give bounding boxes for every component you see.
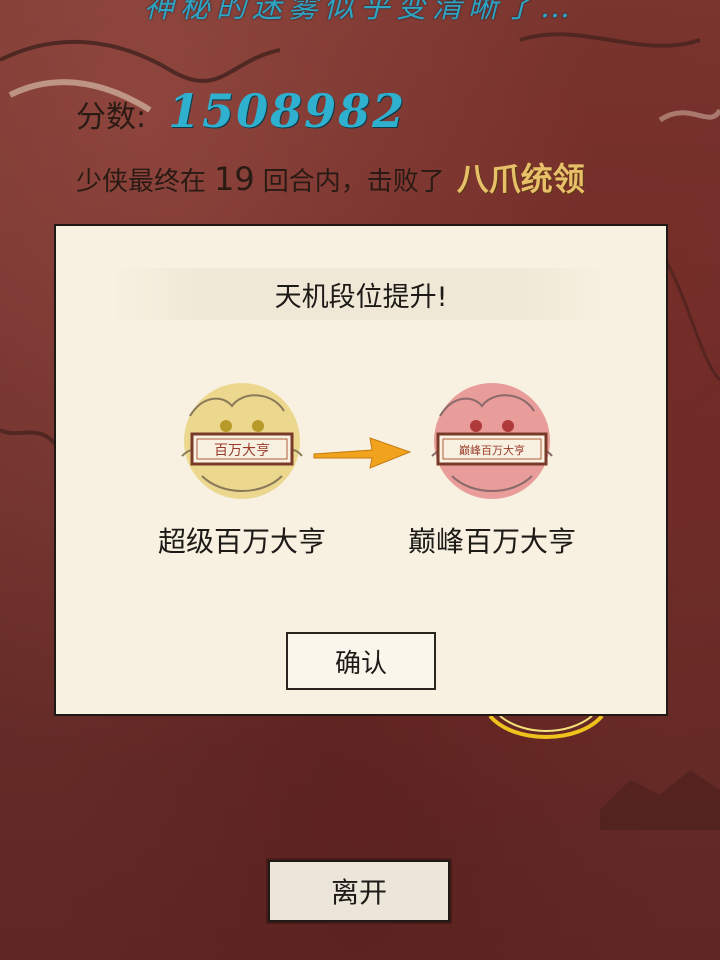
score-value: 1508982 <box>168 84 407 138</box>
new-rank-seal-text: 巅峰百万大亨 <box>459 443 525 457</box>
leave-button[interactable]: 离开 <box>268 860 450 922</box>
new-rank: 巅峰百万大亨 巅峰百万大亨 <box>392 376 592 560</box>
result-prefix: 少侠最终在 <box>76 167 207 197</box>
rounds-count: 19 <box>214 160 255 198</box>
old-rank-label: 超级百万大亨 <box>157 525 326 558</box>
old-rank-seal-text: 百万大亨 <box>214 442 270 459</box>
rank-up-dialog: 天机段位提升! 百万大亨 超级百万大亨 巅峰百万大亨 巅峰百万大亨 确认 <box>54 224 668 716</box>
confirm-button[interactable]: 确认 <box>286 632 436 690</box>
glowing-ring <box>488 714 604 739</box>
boss-name: 八爪统领 <box>456 160 585 198</box>
header-title: 神秘的迷雾似乎变清晰了… <box>144 0 576 25</box>
result-middle: 回合内，击败了 <box>262 167 445 197</box>
score-label: 分数: <box>76 100 147 135</box>
dialog-title: 天机段位提升! <box>108 268 614 320</box>
red-dragon-badge-icon: 巅峰百万大亨 <box>431 383 553 499</box>
battle-result: 少侠最终在 19 回合内，击败了 八爪统领 <box>76 154 585 200</box>
new-rank-label: 巅峰百万大亨 <box>407 525 576 558</box>
score-row: 分数: 1508982 <box>76 84 406 138</box>
golden-dragon-badge-icon: 百万大亨 <box>181 383 303 499</box>
